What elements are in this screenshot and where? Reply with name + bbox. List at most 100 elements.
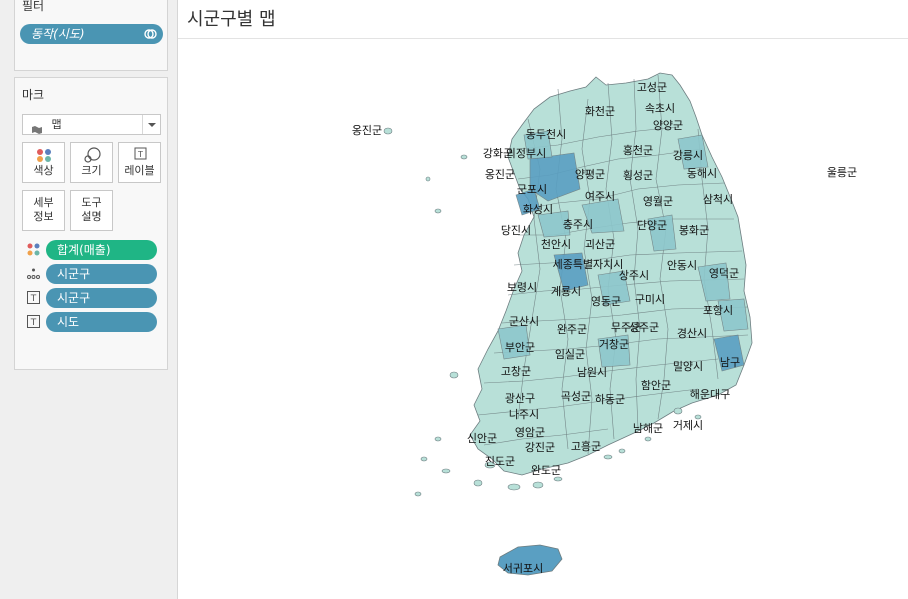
context-filter-icon [144,29,157,39]
filter-pill-label: 동작(시도) [31,27,85,41]
district-label: 삼척시 [703,193,733,206]
district-label: 동해시 [687,166,717,180]
island-13[interactable] [414,491,422,497]
district-label: 의정부시 [506,147,546,160]
island-15[interactable] [673,407,683,415]
district-label: 양평군 [575,168,605,181]
text-label-icon: T [27,315,40,328]
district-label: 서귀포시 [503,562,543,575]
district-label: 울릉군 [827,166,857,179]
district-label: 포항시 [703,304,733,317]
district-label: 동두천시 [526,127,566,141]
island-18[interactable] [618,448,626,454]
district-label: 군산시 [509,315,539,328]
island-17[interactable] [644,436,652,442]
island-7[interactable] [441,468,451,474]
island-12[interactable] [473,479,483,487]
marks-card: 마크 맵 색상 크기 T 레이블 세부 정보 도구 설명 합계(매출) 시군구 … [14,77,168,370]
detail-dots-icon [27,268,40,279]
district-label: 진도군 [485,455,515,468]
district-label: 남구 [720,356,740,369]
district-label: 나주시 [509,408,539,421]
district-label: 임실군 [555,348,585,361]
district-label: 옹진군 [485,168,515,181]
label-button-label: 레이블 [124,164,155,177]
size-button[interactable]: 크기 [70,142,113,183]
district-label: 괴산군 [585,238,615,251]
field-pill-province-label[interactable]: 시도 [46,312,157,332]
district-label: 경산시 [677,327,707,340]
district-label: 남원시 [577,366,607,379]
chevron-down-icon[interactable] [142,115,160,134]
district-label: 해운대구 [690,387,730,401]
island-0[interactable] [383,127,393,135]
district-label: 화성시 [523,203,553,216]
district-label: 옹진군 [352,124,382,137]
field-pill-label: 합계(매출) [57,243,111,257]
choropleth-map[interactable]: 옹진군울릉군고성군속초시화천군양양군동두천시강릉시홍천군강화군의정부시동해시양평… [178,39,908,599]
island-3[interactable] [425,176,431,182]
district-label: 영덕군 [709,267,739,280]
district-label: 단양군 [637,219,667,232]
island-14[interactable] [603,454,613,460]
district-label: 세종특별자치시 [553,258,624,271]
district-label: 곡성군 [561,390,591,403]
tooltip-button-label: 도구 설명 [81,196,102,223]
detail-button-label: 세부 정보 [33,196,54,223]
island-11[interactable] [553,476,563,482]
tooltip-button[interactable]: 도구 설명 [70,190,113,231]
mark-type-value: 맵 [51,118,62,131]
district-label: 거창군 [599,338,629,351]
size-icon [71,143,112,165]
island-9[interactable] [507,483,521,491]
tableau-workspace: 필터 동작(시도) 마크 맵 색상 크기 T 레이블 세부 정보 도구 설명 합… [0,0,908,599]
district-label: 함안군 [641,379,671,392]
sheet-title: 시군구별 맵 [187,9,276,30]
mark-type-select[interactable]: 맵 [22,114,161,135]
district-label: 영동군 [591,295,621,308]
svg-text:T: T [30,318,37,328]
district-label: 계룡시 [551,285,581,298]
district-label: 영월군 [643,195,673,208]
district-label: 당진시 [501,224,531,237]
district-label: 횡성군 [623,169,653,182]
district-label: 강진군 [525,441,555,454]
viz-area: 시군구별 맵 옹진군 울릉군 고성군 속초시 화천군 양양군 동두천시 강릉시 홍천군 강화군 의정… [178,0,908,599]
district-label: 강릉시 [673,149,703,162]
field-pill-label: 시군구 [57,267,91,281]
size-button-label: 크기 [81,164,102,177]
field-pill-district-label[interactable]: 시군구 [46,288,157,308]
text-label-icon: T [119,143,160,165]
island-10[interactable] [532,481,544,489]
island-5[interactable] [434,436,442,442]
district-label: 양양군 [653,119,683,132]
left-pane: 필터 동작(시도) 마크 맵 색상 크기 T 레이블 세부 정보 도구 설명 합… [0,0,178,599]
marks-title: 마크 [22,88,45,102]
field-pill-sales-sum[interactable]: 합계(매출) [46,240,157,260]
district-label: 남해군 [633,421,663,435]
map-mark-icon [31,121,43,134]
district-label: 신안군 [467,432,497,445]
district-label: 부안군 [505,341,535,354]
text-label-icon: T [27,291,40,304]
detail-button[interactable]: 세부 정보 [22,190,65,231]
district-label: 성주군 [629,321,659,334]
island-4[interactable] [449,371,459,379]
field-pill-district-detail[interactable]: 시군구 [46,264,157,284]
district-label: 고흥군 [571,439,601,453]
color-button-label: 색상 [33,164,54,177]
svg-text:T: T [137,150,143,159]
filters-card: 필터 동작(시도) [14,0,168,71]
island-6[interactable] [420,456,428,462]
island-2[interactable] [434,208,442,214]
district-label: 거제시 [673,419,703,432]
island-1[interactable] [460,154,468,160]
district-label: 영암군 [515,426,545,439]
label-button[interactable]: T 레이블 [118,142,161,183]
district-label: 완도군 [531,464,561,477]
filter-pill-region[interactable]: 동작(시도) [20,24,163,44]
district-label: 화천군 [585,104,615,118]
svg-text:T: T [30,294,37,304]
color-button[interactable]: 색상 [22,142,65,183]
filters-title: 필터 [22,0,45,13]
